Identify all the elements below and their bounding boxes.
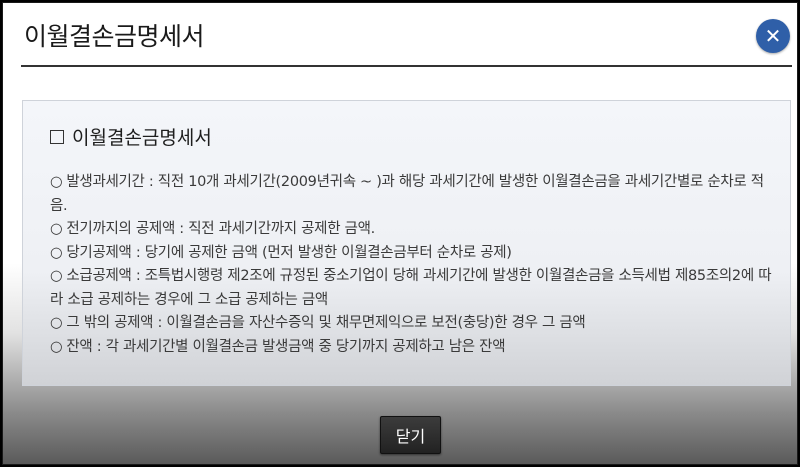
header-divider	[21, 65, 792, 67]
bullet-icon: ○	[50, 268, 63, 284]
list-item: ○ 발생과세기간 : 직전 10개 과세기간(2009년귀속 ~ )과 해당 과세…	[50, 171, 780, 218]
modal-title: 이월결손금명세서	[24, 22, 205, 51]
modal-header: 이월결손금명세서 ✕	[3, 3, 797, 65]
footer-close-button[interactable]: 닫기	[380, 416, 441, 454]
content-panel: 이월결손금명세서 ○ 발생과세기간 : 직전 10개 과세기간(2009년귀속 ~…	[22, 100, 791, 386]
bullet-icon: ○	[50, 315, 63, 331]
bullet-icon: ○	[50, 338, 63, 355]
list-item: ○ 잔액 : 각 과세기간별 이월결손금 발생금액 중 당기까지 공제하고 남은 …	[50, 336, 780, 360]
list-item-text: 잔액 : 각 과세기간별 이월결손금 발생금액 중 당기까지 공제하고 남은 잔…	[66, 338, 506, 355]
list-item-text: 발생과세기간 : 직전 10개 과세기간(2009년귀속 ~ )과 해당 과세기…	[50, 174, 764, 214]
window-frame: 이월결손금명세서 ✕ 이월결손금명세서 ○ 발생과세기간 : 직전 10개 과세기…	[2, 2, 798, 465]
definition-list: ○ 발생과세기간 : 직전 10개 과세기간(2009년귀속 ~ )과 해당 과세…	[50, 171, 780, 359]
list-item-text: 소급공제액 : 조특법시행령 제2조에 규정된 중소기업이 당해 과세기간에 발…	[50, 268, 772, 308]
modal-dialog: 이월결손금명세서 ✕ 이월결손금명세서 ○ 발생과세기간 : 직전 10개 과세기…	[3, 3, 797, 464]
list-item-text: 그 밖의 공제액 : 이월결손금을 자산수증익 및 채무면제익으로 보전(충당)…	[66, 315, 586, 331]
list-item-text: 전기까지의 공제액 : 직전 과세기간까지 공제한 금액.	[66, 221, 375, 237]
list-item: ○ 소급공제액 : 조특법시행령 제2조에 규정된 중소기업이 당해 과세기간에 …	[50, 265, 780, 312]
bullet-icon: ○	[50, 221, 63, 237]
close-icon: ✕	[764, 24, 782, 48]
section-title-text: 이월결손금명세서	[72, 127, 212, 149]
section-title: 이월결손금명세서	[50, 123, 212, 150]
list-item: ○ 그 밖의 공제액 : 이월결손금을 자산수증익 및 채무면제익으로 보전(충당…	[50, 312, 780, 336]
bullet-icon: ○	[50, 174, 63, 190]
list-item-text: 당기공제액 : 당기에 공제한 금액 (먼저 발생한 이월결손금부터 순차로 공…	[66, 244, 512, 261]
list-item: ○ 전기까지의 공제액 : 직전 과세기간까지 공제한 금액.	[50, 218, 780, 242]
close-button[interactable]: ✕	[756, 19, 790, 53]
list-item: ○ 당기공제액 : 당기에 공제한 금액 (먼저 발생한 이월결손금부터 순차로 …	[50, 242, 780, 266]
checkbox-icon	[50, 129, 64, 144]
bullet-icon: ○	[50, 244, 63, 261]
